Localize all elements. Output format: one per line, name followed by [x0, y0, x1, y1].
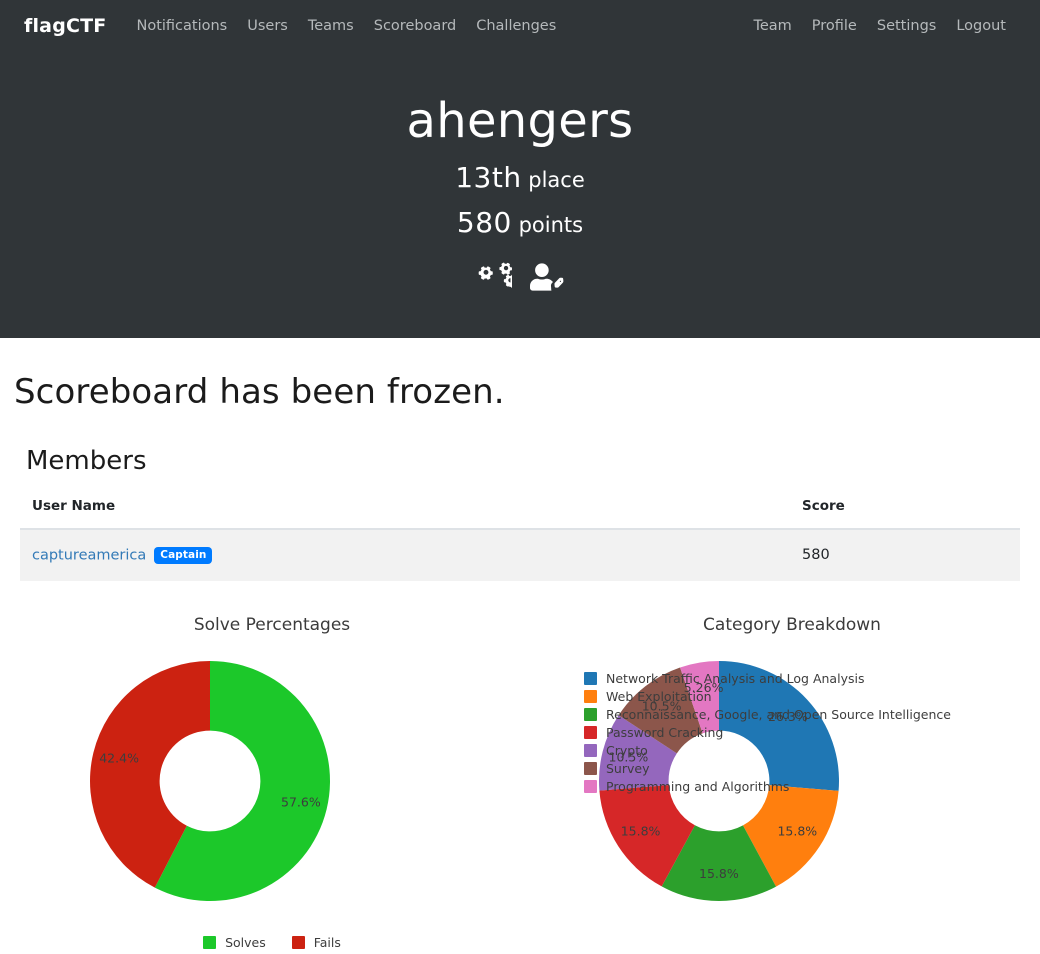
legend-item-programming[interactable]: Programming and Algorithms — [584, 779, 951, 794]
members-table-body: captureamerica Captain 580 — [20, 528, 1020, 581]
legend-item-web-exploitation[interactable]: Web Exploitation — [584, 689, 951, 704]
solve-percentages-chart: Solve Percentages 57.6% 42.4% Solves Fail… — [12, 615, 532, 950]
legend-solve-percentages: Solves Fails — [12, 935, 532, 950]
legend-swatch-reconnaissance — [584, 707, 597, 721]
legend-swatch-solves — [203, 935, 217, 949]
members-heading: Members — [26, 445, 147, 476]
column-header-score: Score — [790, 489, 1020, 530]
cogs-icon[interactable] — [476, 262, 512, 292]
legend-label-fails: Fails — [313, 934, 341, 950]
legend-item-network-traffic[interactable]: Network Traffic Analysis and Log Analysi… — [584, 671, 951, 686]
legend-label-programming: Programming and Algorithms — [606, 778, 790, 794]
team-points-value: 580 — [456, 205, 512, 239]
members-table: User Name Score captureamerica Captain 58… — [20, 489, 1020, 581]
top-navbar: flagCTF Notifications Users Teams Scoreb… — [0, 0, 1040, 52]
column-header-username: User Name — [20, 489, 790, 530]
legend-category-breakdown: Network Traffic Analysis and Log Analysi… — [584, 671, 951, 794]
nav-item-teams[interactable]: Teams — [298, 0, 364, 52]
member-link-captureamerica[interactable]: captureamerica — [32, 547, 146, 563]
page-title: ahengers — [406, 93, 634, 149]
nav-item-challenges[interactable]: Challenges — [466, 0, 566, 52]
legend-label-survey: Survey — [606, 760, 650, 776]
cell-score: 580 — [790, 528, 1020, 581]
table-header-row: User Name Score — [20, 489, 1020, 530]
table-row: captureamerica Captain 580 — [20, 528, 1020, 581]
legend-item-password-cracking[interactable]: Password Cracking — [584, 725, 951, 740]
legend-label-password-cracking: Password Cracking — [606, 724, 724, 740]
nav-item-notifications[interactable]: Notifications — [126, 0, 237, 52]
team-points-label: points — [518, 212, 584, 237]
charts-section: Solve Percentages 57.6% 42.4% Solves Fail… — [12, 615, 1040, 950]
secondary-nav: Team Profile Settings Logout — [743, 0, 1016, 52]
legend-item-crypto[interactable]: Crypto — [584, 743, 951, 758]
legend-item-fails[interactable]: Fails — [291, 934, 341, 950]
legend-swatch-survey — [584, 761, 597, 775]
team-actions — [0, 262, 1040, 292]
legend-item-survey[interactable]: Survey — [584, 761, 951, 776]
team-header: ahengers 13th place 580 points — [0, 52, 1040, 338]
team-place-value: 13th — [455, 161, 522, 195]
category-breakdown-chart: Category Breakdown 26.3% 15.8% 15.8% 15.8% 1… — [532, 615, 1040, 950]
team-place: 13th place — [0, 158, 1040, 199]
legend-item-solves[interactable]: Solves — [203, 935, 266, 950]
legend-swatch-programming — [584, 779, 597, 793]
legend-label-reconnaissance: Reconnaissance, Google, and Open Source … — [606, 706, 951, 722]
donut-slice-percent-label: 57.6% — [281, 794, 321, 809]
nav-item-logout[interactable]: Logout — [946, 0, 1016, 52]
main-content: Scoreboard has been frozen. Members User… — [0, 372, 1040, 950]
legend-label-network-traffic: Network Traffic Analysis and Log Analysi… — [606, 670, 865, 686]
chart-title-category-breakdown: Category Breakdown — [703, 614, 881, 635]
legend-swatch-crypto — [584, 743, 597, 757]
user-tag-icon[interactable] — [530, 262, 564, 292]
donut-slice-percent-label: 15.8% — [699, 866, 739, 881]
frozen-notice: Scoreboard has been frozen. — [14, 371, 505, 412]
legend-label-web-exploitation: Web Exploitation — [606, 688, 712, 704]
status-badge-captain: Captain — [154, 546, 213, 564]
nav-item-profile[interactable]: Profile — [802, 0, 867, 52]
primary-nav: Notifications Users Teams Scoreboard Cha… — [126, 0, 566, 52]
nav-item-team[interactable]: Team — [743, 0, 801, 52]
legend-swatch-password-cracking — [584, 725, 597, 739]
legend-label-solves: Solves — [225, 934, 266, 950]
legend-label-crypto: Crypto — [606, 742, 648, 758]
donut-slice-percent-label: 15.8% — [777, 823, 817, 838]
legend-item-reconnaissance[interactable]: Reconnaissance, Google, and Open Source … — [584, 707, 951, 722]
members-table-head: User Name Score — [20, 489, 1020, 530]
chart-title-solve-percentages: Solve Percentages — [193, 614, 351, 635]
team-place-label: place — [528, 168, 585, 193]
cell-username: captureamerica Captain — [20, 528, 790, 581]
team-points: 580 points — [0, 203, 1040, 244]
nav-item-settings[interactable]: Settings — [867, 0, 946, 52]
nav-item-users[interactable]: Users — [237, 0, 298, 52]
member-score-value: 580 — [802, 547, 830, 564]
donut-slice-percent-label: 42.4% — [99, 750, 139, 765]
donut-slice-percent-label: 15.8% — [621, 823, 661, 838]
brand-logo[interactable]: flagCTF — [24, 15, 106, 37]
legend-swatch-network-traffic — [584, 671, 597, 685]
legend-swatch-fails — [291, 935, 305, 949]
nav-item-scoreboard[interactable]: Scoreboard — [364, 0, 466, 52]
legend-swatch-web-exploitation — [584, 689, 597, 703]
solve-percentages-donut: 57.6% 42.4% — [90, 660, 330, 901]
